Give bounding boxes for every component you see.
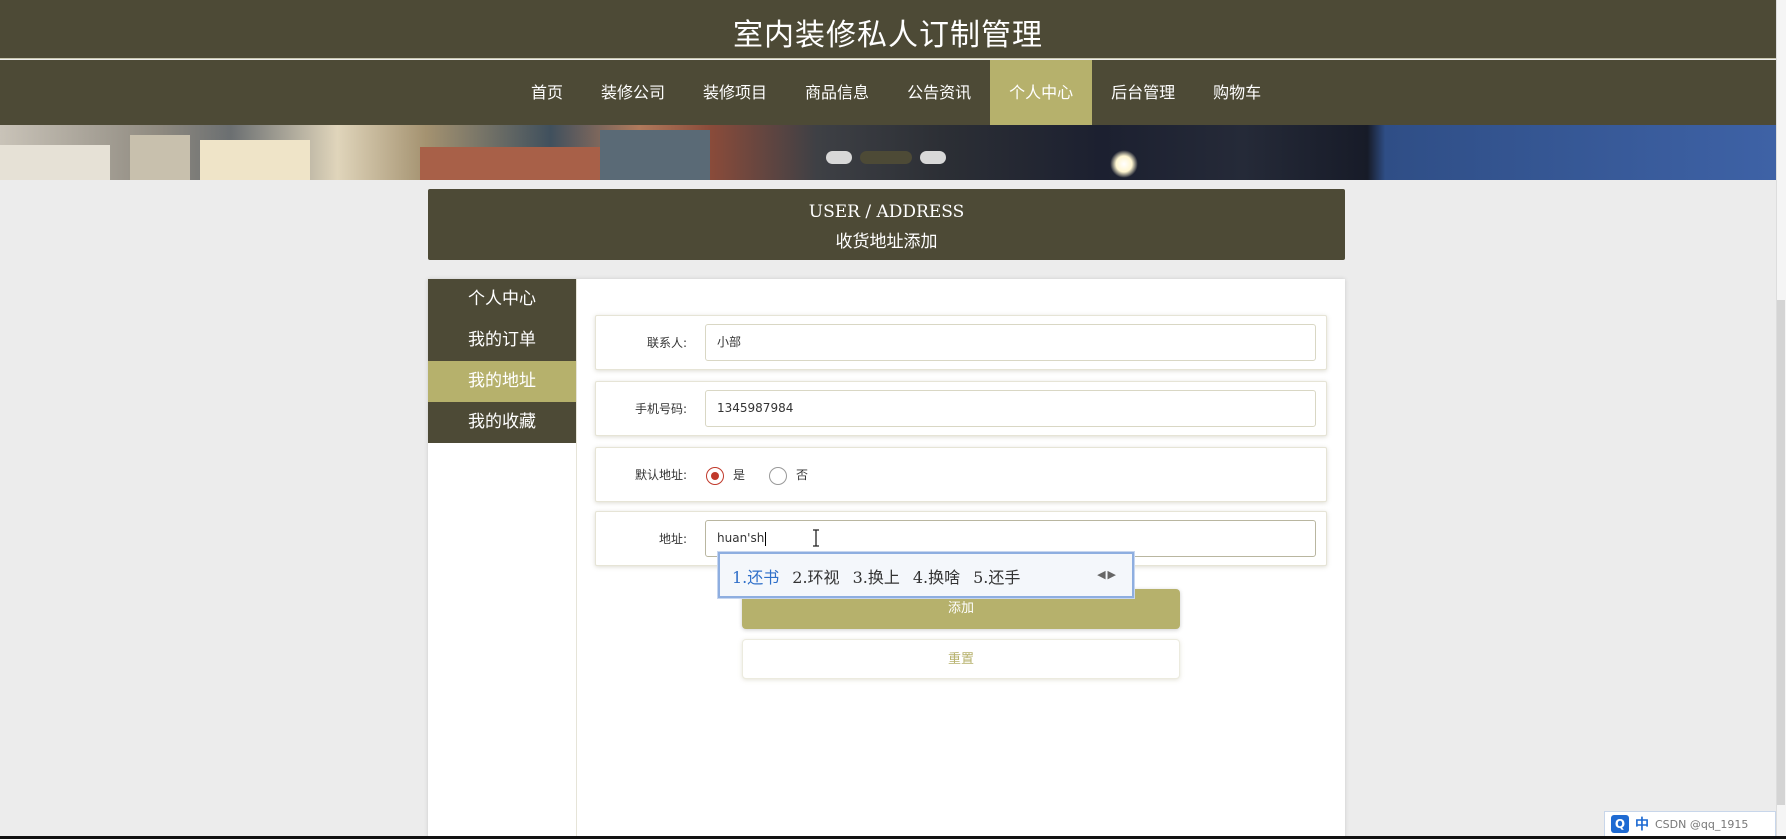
nav-item-companies[interactable]: 装修公司: [582, 60, 684, 125]
ime-candidate[interactable]: 2.环视: [792, 564, 839, 588]
user-sidebar: 个人中心 我的订单 我的地址 我的收藏: [428, 279, 577, 839]
ime-candidate[interactable]: 5.还手: [973, 564, 1020, 588]
ime-logo-icon[interactable]: Q: [1611, 815, 1629, 833]
page-title: 收货地址添加: [835, 232, 938, 252]
banner-roof: [420, 147, 600, 180]
address-label: 地址:: [658, 532, 687, 546]
banner-building: [200, 140, 310, 180]
page-header-en: USER / ADDRESS: [808, 202, 965, 222]
carousel-dots: [826, 151, 946, 164]
page-header: USER / ADDRESS 收货地址添加: [428, 189, 1345, 260]
banner-light: [1110, 150, 1138, 178]
main-nav: 首页 装修公司 装修项目 商品信息 公告资讯 个人中心 后台管理 购物车: [0, 60, 1776, 125]
ime-prev-icon[interactable]: ◀: [1097, 568, 1107, 581]
site-title: 室内装修私人订制管理: [733, 18, 1043, 53]
default-yes-label: 是: [733, 468, 746, 482]
sidebar-item-favorites[interactable]: 我的收藏: [428, 402, 576, 443]
contact-row: 联系人: 小部: [595, 315, 1327, 370]
phone-input[interactable]: 1345987984: [705, 390, 1316, 427]
watermark: CSDN @qq_1915: [1655, 817, 1749, 831]
carousel-dot[interactable]: [920, 151, 946, 164]
sidebar-item-user-center[interactable]: 个人中心: [428, 279, 576, 320]
ime-candidate[interactable]: 1.还书: [732, 564, 779, 588]
banner-building: [130, 135, 190, 180]
default-address-row: 默认地址: 是 否: [595, 447, 1327, 502]
carousel-dot[interactable]: [826, 151, 852, 164]
nav-item-cart[interactable]: 购物车: [1194, 60, 1280, 125]
ime-candidates: 1.还书 2.环视 3.换上 4.换啥 5.还手: [732, 564, 1020, 588]
nav-item-products[interactable]: 商品信息: [786, 60, 888, 125]
address-input-value: huan'sh: [717, 531, 765, 545]
text-cursor-icon: [813, 529, 819, 547]
reset-button[interactable]: 重置: [742, 639, 1180, 679]
ime-candidate-window: 1.还书 2.环视 3.换上 4.换啥 5.还手 ◀▶: [718, 552, 1134, 598]
sidebar-item-orders[interactable]: 我的订单: [428, 320, 576, 361]
nav-item-projects[interactable]: 装修项目: [684, 60, 786, 125]
default-no-radio[interactable]: [769, 467, 787, 485]
nav-item-news[interactable]: 公告资讯: [888, 60, 990, 125]
banner-building: [0, 145, 110, 180]
ime-mode-toggle[interactable]: 中: [1635, 814, 1649, 834]
carousel-banner: [0, 125, 1776, 180]
nav-item-home[interactable]: 首页: [512, 60, 582, 125]
ime-next-icon[interactable]: ▶: [1108, 568, 1118, 581]
banner-building: [600, 130, 710, 180]
nav-item-admin[interactable]: 后台管理: [1092, 60, 1194, 125]
contact-input[interactable]: 小部: [705, 324, 1316, 361]
phone-row: 手机号码: 1345987984: [595, 381, 1327, 436]
ime-candidate[interactable]: 4.换啥: [913, 564, 960, 588]
default-yes-radio[interactable]: [706, 467, 724, 485]
ime-candidate[interactable]: 3.换上: [853, 564, 900, 588]
default-no-label: 否: [796, 468, 809, 482]
carousel-dot-active[interactable]: [860, 151, 912, 164]
sidebar-item-addresses[interactable]: 我的地址: [428, 361, 576, 402]
header-bar: 室内装修私人订制管理: [0, 0, 1776, 59]
scrollbar-thumb[interactable]: [1777, 300, 1785, 805]
phone-label: 手机号码:: [634, 402, 687, 416]
text-caret: [765, 531, 767, 546]
contact-label: 联系人:: [646, 336, 687, 350]
ime-status-bar: Q 中 CSDN @qq_1915: [1604, 811, 1776, 837]
nav-item-user-center[interactable]: 个人中心: [990, 60, 1093, 125]
nav-list: 首页 装修公司 装修项目 商品信息 公告资讯 个人中心 后台管理 购物车: [512, 60, 1280, 125]
default-address-label: 默认地址:: [634, 468, 687, 482]
ime-page-arrows[interactable]: ◀▶: [1097, 568, 1118, 581]
